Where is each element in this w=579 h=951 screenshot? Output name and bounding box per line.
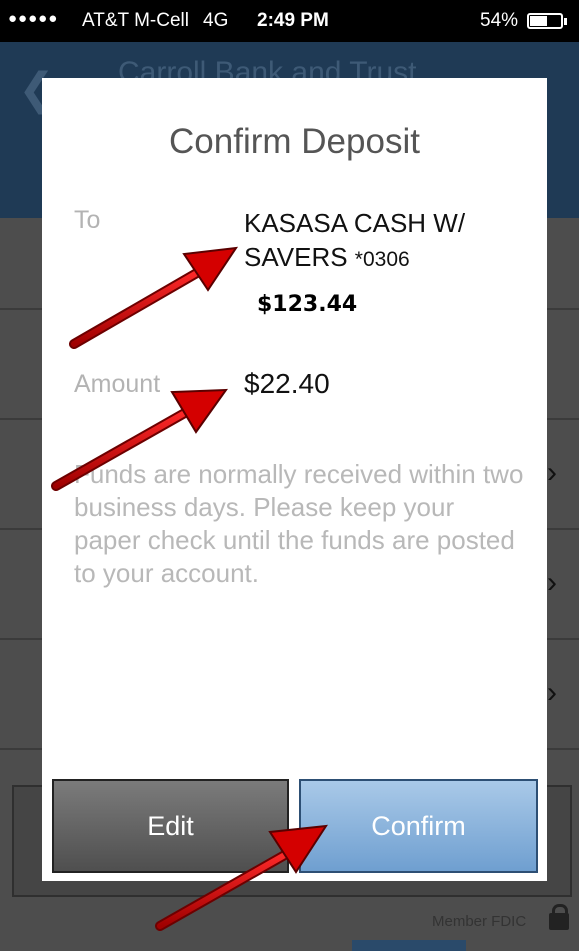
network-type: 4G — [203, 10, 229, 31]
amount-value: $22.40 — [244, 368, 330, 399]
amount-label: Amount — [74, 370, 161, 398]
deposit-disclaimer: Funds are normally received within two b… — [74, 459, 524, 588]
edit-button[interactable]: Edit — [52, 779, 289, 873]
chevron-right-icon: › — [547, 676, 557, 709]
account-balance: $123.44 — [257, 292, 358, 317]
bottom-tab-indicator — [352, 940, 466, 951]
chevron-right-icon: › — [547, 566, 557, 599]
member-fdic-label: Member FDIC — [432, 913, 527, 930]
status-time: 2:49 PM — [257, 10, 329, 31]
account-number: *0306 — [354, 248, 410, 271]
destination-account: KASASA CASH W/ SAVERS *0306 — [244, 206, 524, 277]
lock-icon — [549, 904, 569, 930]
confirm-button[interactable]: Confirm — [299, 779, 538, 873]
battery-percent: 54% — [480, 10, 519, 31]
to-label: To — [74, 206, 101, 234]
carrier-name: AT&T M-Cell — [82, 10, 189, 31]
signal-strength-icon: ●●●●● — [8, 10, 59, 27]
confirm-deposit-dialog: Confirm Deposit To KASASA CASH W/ SAVERS… — [42, 78, 547, 881]
dialog-title: Confirm Deposit — [169, 122, 420, 161]
chevron-right-icon: › — [547, 456, 557, 489]
battery-icon — [527, 13, 563, 29]
status-bar: ●●●●● AT&T M-Cell 4G 2:49 PM 54% — [0, 0, 579, 42]
